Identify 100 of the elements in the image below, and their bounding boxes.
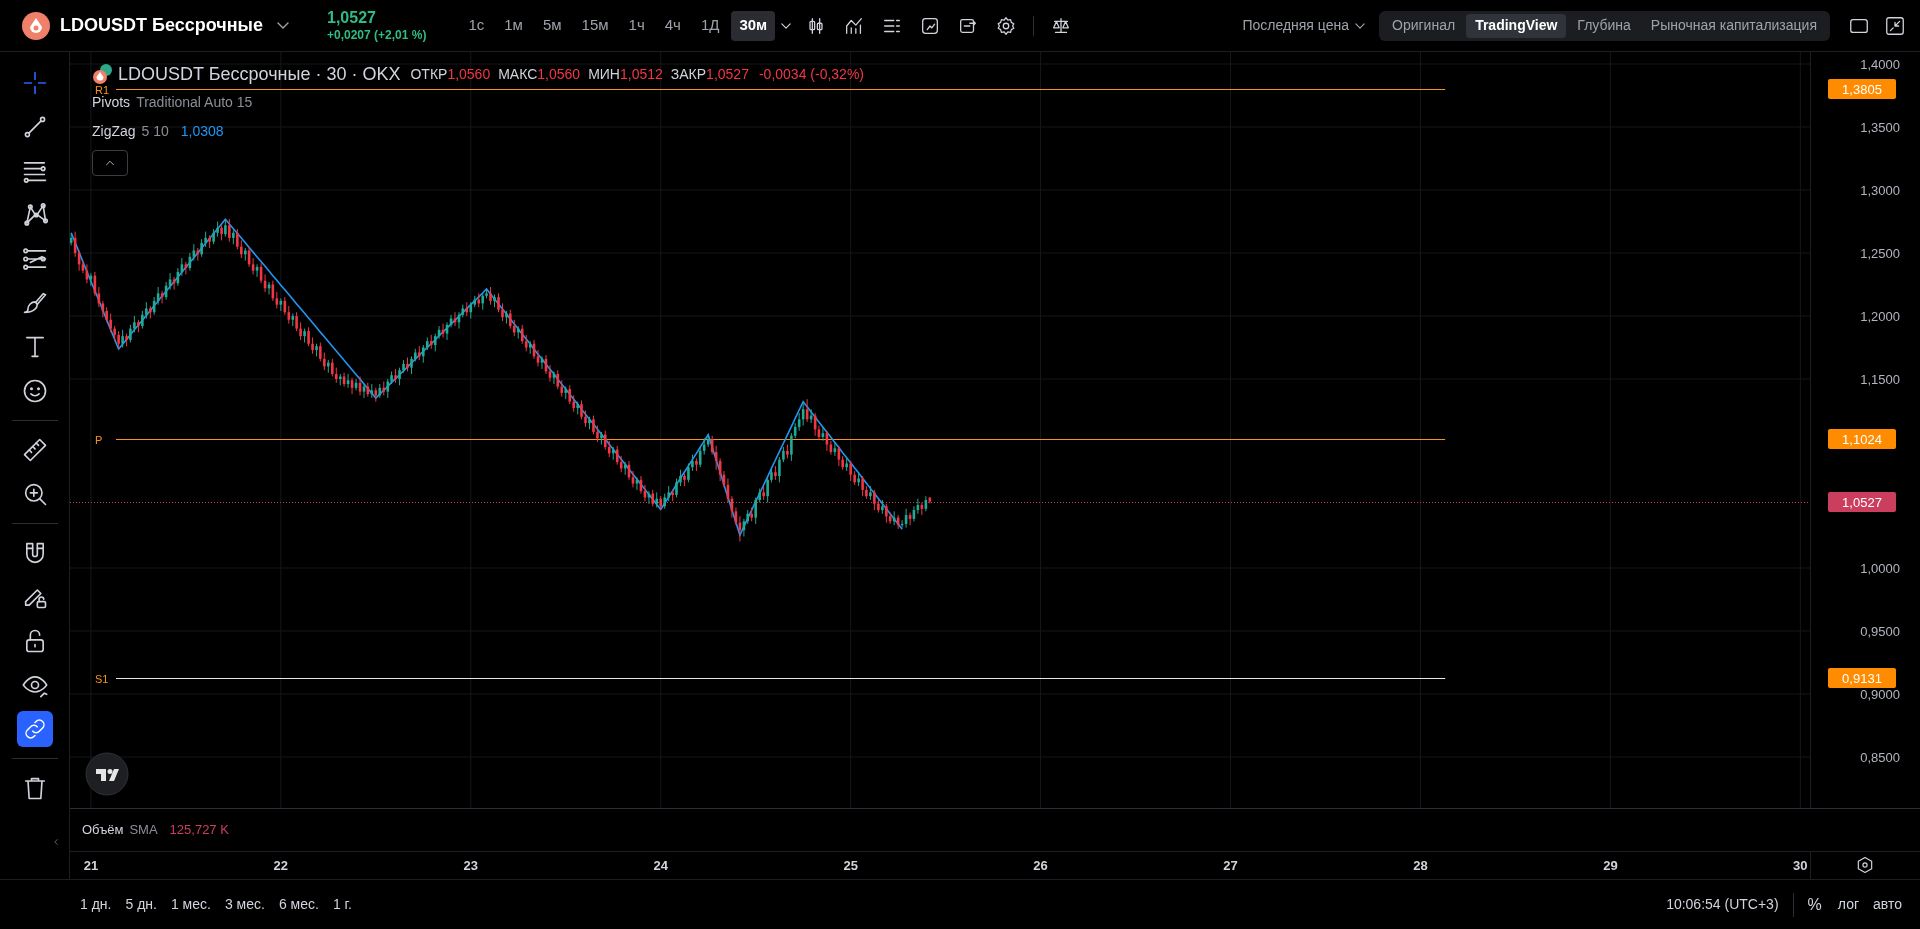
ohlc-label: МАКС	[498, 64, 538, 84]
timeframe-tab[interactable]: 4ч	[656, 10, 689, 41]
pivot-label: R1	[95, 83, 110, 96]
indicator-value: 125,727 K	[169, 821, 229, 840]
candlestick	[568, 384, 572, 405]
candlestick	[236, 228, 239, 250]
candlestick	[675, 478, 678, 498]
last-price: 1,0527	[327, 8, 377, 28]
indicator-params: SMA	[129, 821, 158, 840]
candlestick	[497, 292, 500, 313]
candlestick	[580, 399, 583, 420]
price-tick: 0,8500	[1860, 749, 1900, 765]
axis-settings-button[interactable]	[1855, 855, 1875, 875]
candlestick	[778, 456, 781, 483]
symbol-title[interactable]: LDOUSDT Бессрочные	[60, 12, 263, 39]
date-tick: 28	[1413, 858, 1428, 873]
percent-toggle[interactable]: %	[1807, 892, 1822, 917]
candlestick	[295, 311, 298, 332]
coin-pair-icon	[92, 63, 114, 85]
view-tab[interactable]: Рыночная капитализация	[1641, 13, 1826, 38]
price-tick: 1,3000	[1860, 182, 1900, 198]
date-tick: 25	[843, 858, 858, 873]
range-button[interactable]: 6 мес.	[278, 894, 319, 915]
timeframe-tab[interactable]: 15м	[573, 10, 617, 41]
price-tick: 1,0000	[1860, 560, 1900, 576]
timeframe-tab[interactable]: 1м	[496, 10, 531, 41]
candlestick	[698, 446, 702, 468]
forecast-lines-icon	[20, 245, 49, 273]
candlestick	[228, 218, 231, 243]
price-tick: 1,2000	[1860, 308, 1900, 324]
collapse-icon	[1884, 14, 1906, 37]
view-tab[interactable]: TradingView	[1466, 13, 1567, 38]
chart-symbol: LDOUSDT Бессрочные · 30 · OKX	[118, 62, 401, 86]
date-tick: 30	[1793, 858, 1808, 873]
hexagon-settings-icon	[1855, 855, 1875, 875]
range-button[interactable]: 3 мес.	[224, 894, 265, 915]
candlestick	[386, 378, 390, 399]
price-source-dropdown[interactable]: Последняя цена	[1242, 15, 1365, 36]
candlestick	[615, 445, 619, 466]
view-tab[interactable]: Глубина	[1568, 13, 1640, 38]
timeframe-tab[interactable]: 1Д	[692, 10, 728, 41]
price-tick: 1,1500	[1860, 371, 1900, 387]
timeframe-tab[interactable]: 5м	[534, 10, 570, 41]
timeframe-tab[interactable]: 1с	[460, 10, 493, 41]
price-change: +0,0207 (+2,01 %)	[327, 28, 427, 43]
candlestick	[790, 432, 793, 462]
candlestick	[556, 369, 560, 390]
bar-change: -0,0034 (-0,32%)	[758, 64, 864, 84]
indicator-name[interactable]: ZigZag	[92, 121, 136, 142]
candlestick	[109, 312, 112, 333]
ohlc-value: 1,0560	[447, 64, 491, 84]
clock-time[interactable]: 10:06:54 (UTC+3)	[1666, 894, 1779, 915]
price-tick: 0,9000	[1860, 686, 1900, 702]
caret-icon	[277, 22, 289, 29]
timeframe-tab[interactable]: 1ч	[620, 10, 653, 41]
date-tick: 27	[1223, 858, 1238, 873]
date-tick: 21	[83, 858, 99, 873]
date-tick: 29	[1603, 858, 1618, 873]
caret-icon	[781, 22, 792, 29]
candlestick	[861, 475, 864, 497]
candlestick	[885, 503, 888, 524]
ohlc-value: 1,0512	[620, 64, 663, 84]
price-badge: 0,9131	[1828, 668, 1896, 688]
ohlc-label: МИН	[588, 64, 620, 84]
pivot-label: P	[95, 433, 103, 446]
price-tick: 0,9500	[1860, 623, 1900, 639]
candlestick	[319, 341, 322, 362]
candlestick	[307, 326, 310, 347]
range-button[interactable]: 5 дн.	[125, 894, 157, 915]
price-tick: 1,3500	[1860, 119, 1900, 135]
price-badge: 1,0527	[1828, 492, 1896, 512]
auto-toggle[interactable]: авто	[1873, 894, 1902, 915]
price-badge: 1,3805	[1828, 79, 1896, 99]
ohlc-value: 1,0560	[537, 64, 581, 84]
price-tick: 1,4000	[1860, 56, 1900, 72]
price-tick: 1,2500	[1860, 245, 1900, 261]
timeframe-tab[interactable]: 30м	[731, 10, 776, 41]
ohlc-label: ОТКР	[410, 64, 448, 84]
range-button[interactable]: 1 мес.	[170, 894, 211, 915]
range-button[interactable]: 1 дн.	[80, 894, 112, 915]
candlestick	[520, 324, 524, 345]
log-toggle[interactable]: лог	[1837, 894, 1860, 915]
candlestick	[592, 415, 595, 435]
logo-icon	[22, 11, 50, 40]
indicator-name[interactable]: Объём	[82, 820, 124, 840]
candlestick	[766, 476, 769, 503]
ohlc-value: 1,0527	[706, 64, 749, 84]
fullscreen-button[interactable]	[1884, 14, 1906, 37]
date-tick: 23	[463, 858, 478, 873]
candlestick	[849, 460, 852, 482]
price-badge: 1,1024	[1828, 429, 1896, 449]
view-tab[interactable]: Оригинал	[1383, 13, 1465, 38]
ohlc-label: ЗАКР	[670, 64, 707, 84]
indicator-value: 1,0308	[180, 122, 224, 141]
date-tick: 24	[653, 858, 668, 873]
candlestick	[687, 462, 690, 483]
date-tick: 26	[1033, 858, 1048, 873]
range-button[interactable]: 1 г.	[332, 894, 352, 915]
pivot-label: S1	[95, 672, 109, 685]
caret-icon	[1355, 22, 1365, 29]
